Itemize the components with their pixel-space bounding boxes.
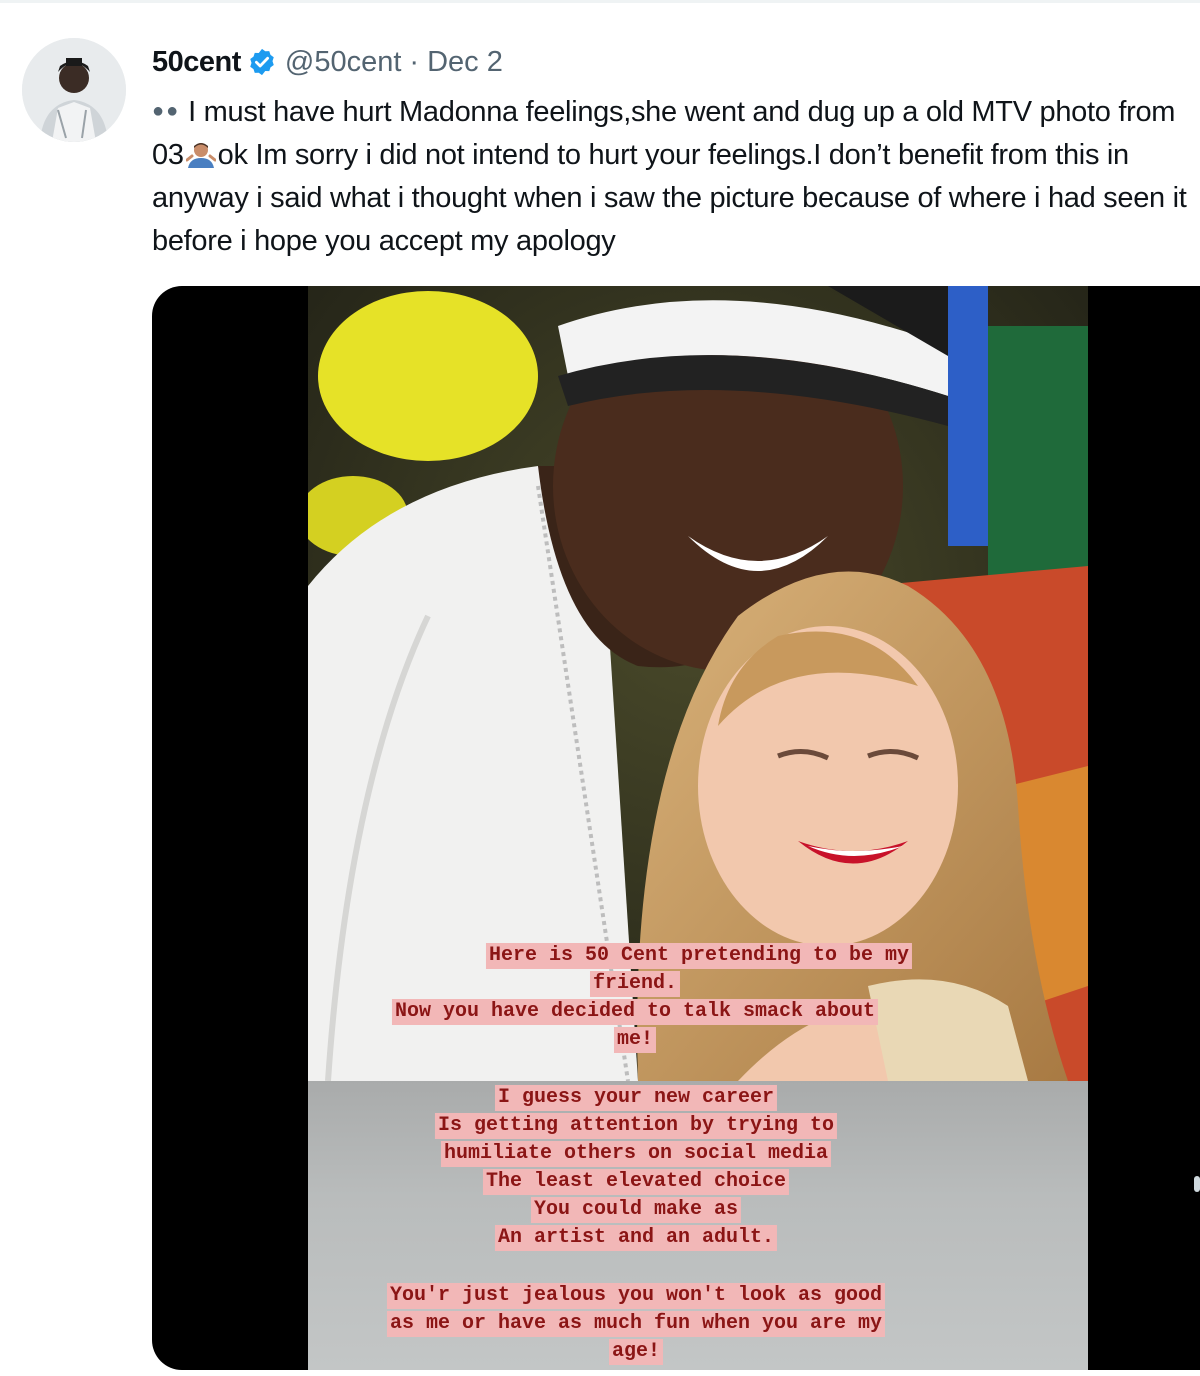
story-caption-line: humiliate others on social media bbox=[440, 1141, 832, 1167]
story-caption-line: age! bbox=[608, 1339, 664, 1365]
story-caption-line: I guess your new career bbox=[494, 1085, 778, 1111]
story-caption-line: as me or have as much fun when you are m… bbox=[386, 1311, 886, 1337]
top-divider bbox=[0, 0, 1200, 3]
avatar[interactable] bbox=[22, 38, 126, 142]
story-caption-line: me! bbox=[613, 1027, 657, 1053]
tweet-text-part2: ok Im sorry i did not intend to hurt you… bbox=[152, 139, 1187, 257]
story-caption-line: You'r just jealous you won't look as goo… bbox=[386, 1283, 886, 1309]
story-caption-line: Here is 50 Cent pretending to be my bbox=[485, 943, 913, 969]
tweet-header: 50cent @50cent · Dec 2 bbox=[152, 42, 503, 82]
avatar-image bbox=[22, 38, 126, 142]
scrollbar-thumb[interactable] bbox=[1194, 1176, 1200, 1192]
tweet-text: ●● I must have hurt Madonna feelings,she … bbox=[152, 90, 1192, 263]
story-caption-line: Now you have decided to talk smack about bbox=[391, 999, 879, 1025]
story-caption-line: You could make as bbox=[530, 1197, 742, 1223]
story-caption-line: Is getting attention by trying to bbox=[434, 1113, 838, 1139]
story-caption-line: friend. bbox=[589, 971, 681, 997]
display-name[interactable]: 50cent bbox=[152, 46, 241, 79]
eyes-emoji-icon: ●● bbox=[152, 100, 181, 122]
tweet-date[interactable]: Dec 2 bbox=[427, 46, 503, 79]
tweet-page: 50cent @50cent · Dec 2 ●● I must have hur… bbox=[0, 0, 1200, 1376]
user-handle[interactable]: @50cent bbox=[285, 46, 402, 79]
header-separator: · bbox=[409, 45, 420, 78]
man-shrugging-emoji-icon bbox=[185, 143, 216, 168]
verified-badge-icon bbox=[250, 48, 274, 76]
tweet-media[interactable]: Here is 50 Cent pretending to be my frie… bbox=[152, 286, 1200, 1370]
story-caption-line: An artist and an adult. bbox=[494, 1225, 778, 1251]
story-caption-line: The least elevated choice bbox=[482, 1169, 790, 1195]
